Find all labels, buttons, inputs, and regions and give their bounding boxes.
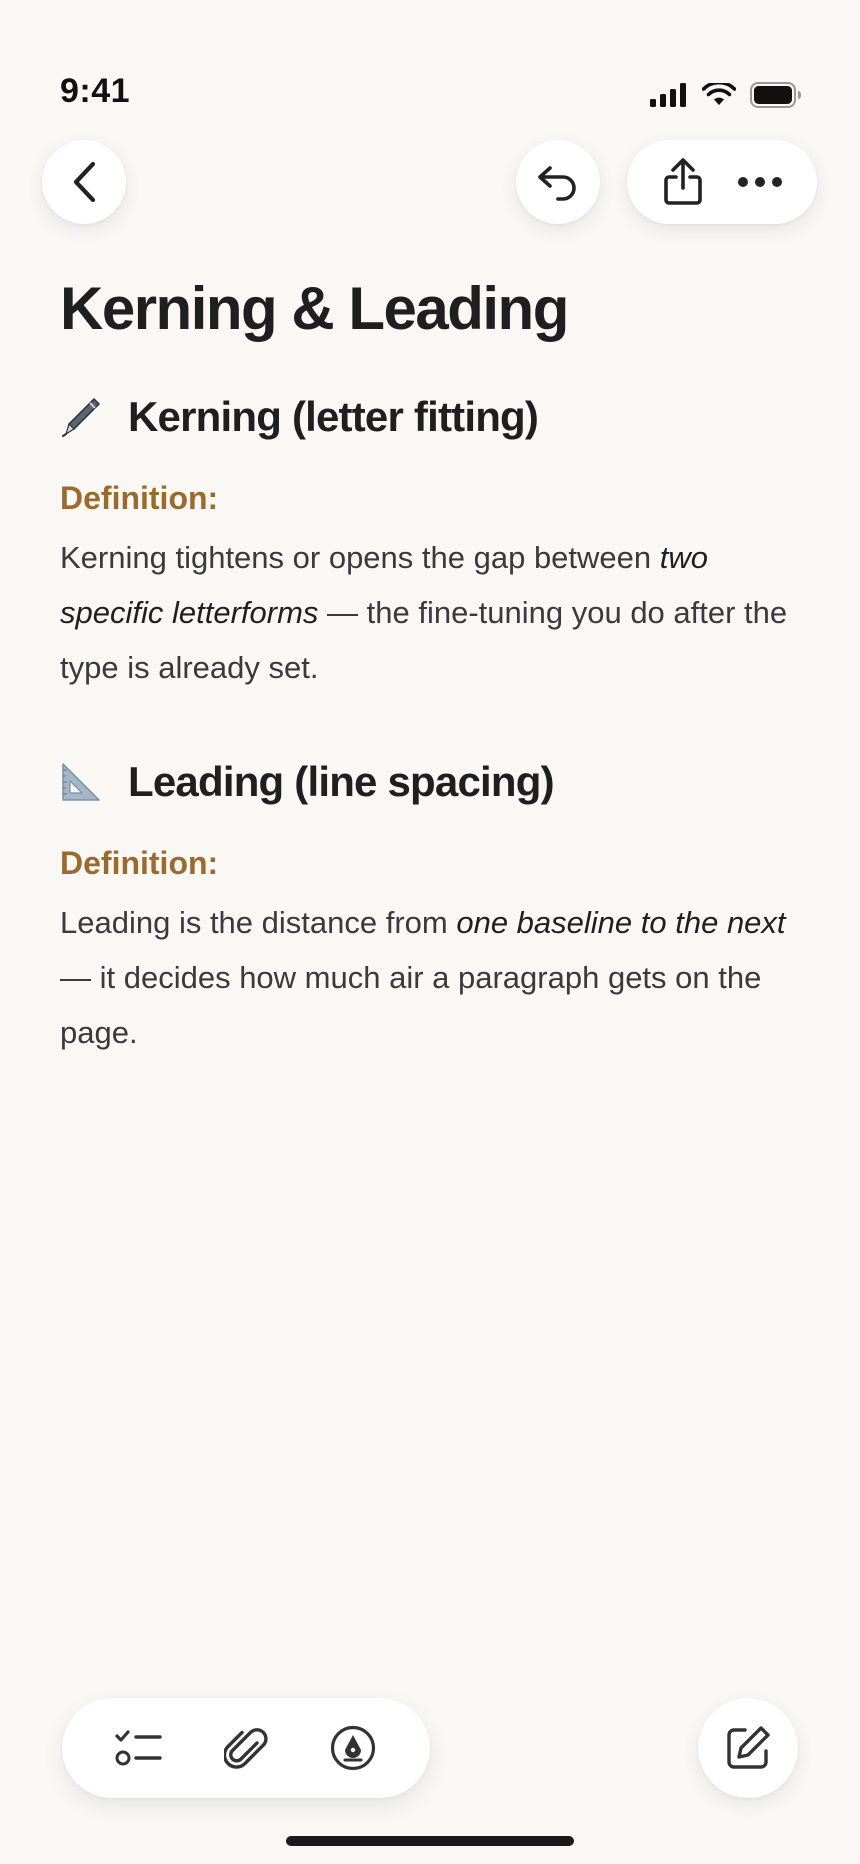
section-heading-text: Kerning (letter fitting) [128, 393, 539, 440]
note-title: Kerning & Leading [60, 275, 569, 342]
undo-button[interactable] [516, 140, 600, 224]
status-bar: 9:41 [0, 0, 860, 130]
definition-text: Leading is the distance from [60, 905, 457, 940]
pen-tip-icon [331, 1725, 376, 1771]
section-heading: Leading (line spacing) [60, 753, 800, 811]
definition-emphasis: one baseline to the next [456, 905, 786, 940]
undo-icon [536, 162, 580, 202]
back-button[interactable] [42, 140, 126, 224]
section-leading: Leading (line spacing) Definition: Leadi… [60, 753, 800, 1060]
paperclip-icon [223, 1728, 268, 1769]
section-kerning: Kerning (letter fitting) Definition: Ker… [60, 388, 800, 695]
triangle-ruler-icon [60, 761, 102, 803]
share-more-group [627, 140, 817, 224]
definition-label: Definition: [60, 480, 219, 516]
definition-text: — it decides how much air a paragraph ge… [60, 960, 762, 1050]
chevron-left-icon [69, 160, 99, 204]
status-icons [650, 82, 802, 108]
definition-body: Kerning tightens or opens the gap betwee… [60, 530, 800, 695]
definition-body: Leading is the distance from one baselin… [60, 895, 800, 1060]
definition-label: Definition: [60, 845, 219, 881]
wifi-icon [702, 83, 736, 105]
share-icon [664, 158, 702, 205]
more-icon [738, 177, 782, 187]
compose-button[interactable] [698, 1698, 798, 1798]
compose-icon [724, 1724, 772, 1772]
note-content[interactable]: Kerning & Leading Kerning (letter fittin… [60, 270, 800, 1060]
attachment-button[interactable] [223, 1725, 268, 1771]
battery-icon [750, 82, 801, 108]
markup-button[interactable] [329, 1724, 377, 1772]
checklist-icon [115, 1730, 162, 1766]
definition-text: Kerning tightens or opens the gap betwee… [60, 540, 660, 575]
pen-icon [60, 396, 102, 438]
share-button[interactable] [661, 157, 705, 207]
status-time: 9:41 [60, 72, 131, 110]
checklist-button[interactable] [115, 1728, 163, 1768]
section-heading: Kerning (letter fitting) [60, 388, 800, 446]
bottom-toolbar [62, 1698, 430, 1798]
home-indicator[interactable] [286, 1836, 574, 1846]
section-heading-text: Leading (line spacing) [128, 758, 555, 805]
more-button[interactable] [737, 176, 783, 188]
cellular-signal-icon [650, 83, 686, 107]
